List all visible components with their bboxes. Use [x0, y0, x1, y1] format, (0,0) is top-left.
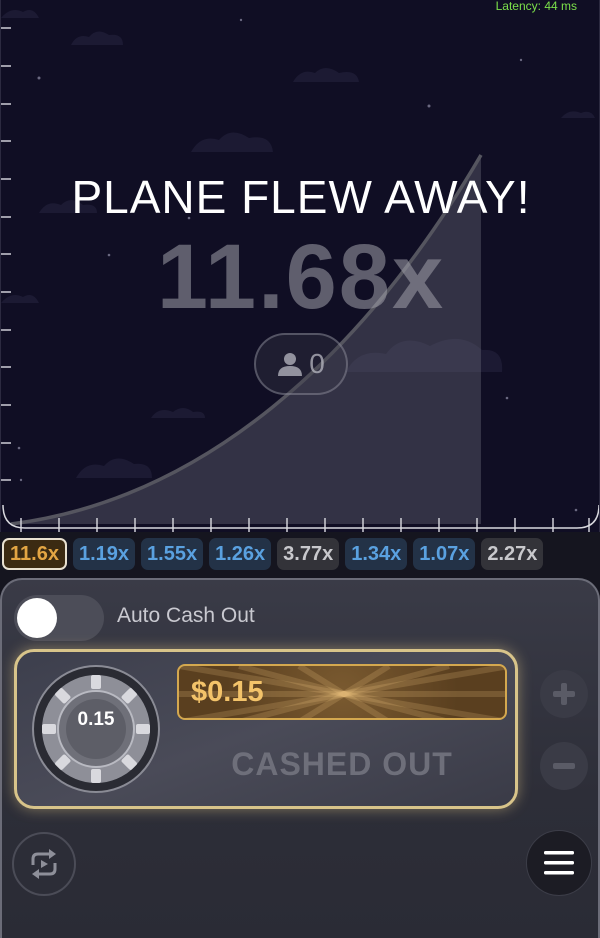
auto-cash-out-toggle[interactable]: [14, 595, 104, 641]
bet-panel: Auto Cash Out 0.15 $0.15 CASHED OUT: [0, 578, 600, 938]
win-amount-box: $0.15: [177, 664, 507, 720]
history-chip[interactable]: 1.26x: [209, 538, 272, 570]
repeat-icon: [31, 849, 57, 879]
minus-icon: [553, 763, 575, 769]
cashed-out-status: CASHED OUT: [231, 746, 453, 782]
bet-card: 0.15 $0.15 CASHED OUT: [14, 649, 518, 809]
bet-amount: 0.15: [77, 709, 115, 730]
history-chip[interactable]: 1.19x: [72, 538, 136, 570]
crash-multiplier: 11.68x: [156, 226, 446, 328]
decrease-bet-button[interactable]: [540, 742, 588, 790]
history-chip[interactable]: 1.07x: [413, 538, 476, 570]
history-chip[interactable]: 1.34x: [345, 538, 408, 570]
history-chip[interactable]: 2.27x: [481, 538, 544, 570]
toggle-knob: [17, 598, 57, 638]
multiplier-history: 11.6x 1.19x 1.55x 1.26x 3.77x 1.34x 1.07…: [0, 536, 600, 572]
auto-cash-out-label: Auto Cash Out: [117, 604, 255, 627]
game-canvas: Latency: 44 ms PLANE FLEW AWAY! 11.68x 0: [0, 0, 600, 532]
history-chip[interactable]: 3.77x: [277, 538, 340, 570]
plus-icon: [553, 683, 575, 705]
hamburger-menu-icon: [544, 851, 574, 875]
history-chip[interactable]: 1.55x: [141, 538, 204, 570]
round-result-headline: PLANE FLEW AWAY!: [71, 171, 531, 223]
menu-button[interactable]: [526, 830, 592, 896]
win-amount: $0.15: [191, 676, 264, 708]
players-counter: 0: [254, 333, 348, 395]
increase-bet-button[interactable]: [540, 670, 588, 718]
players-count: 0: [309, 348, 325, 379]
history-chip[interactable]: 11.6x: [2, 538, 67, 570]
latency-indicator: Latency: 44 ms: [495, 0, 577, 13]
user-icon: [278, 353, 303, 376]
autoplay-button[interactable]: [12, 832, 76, 896]
